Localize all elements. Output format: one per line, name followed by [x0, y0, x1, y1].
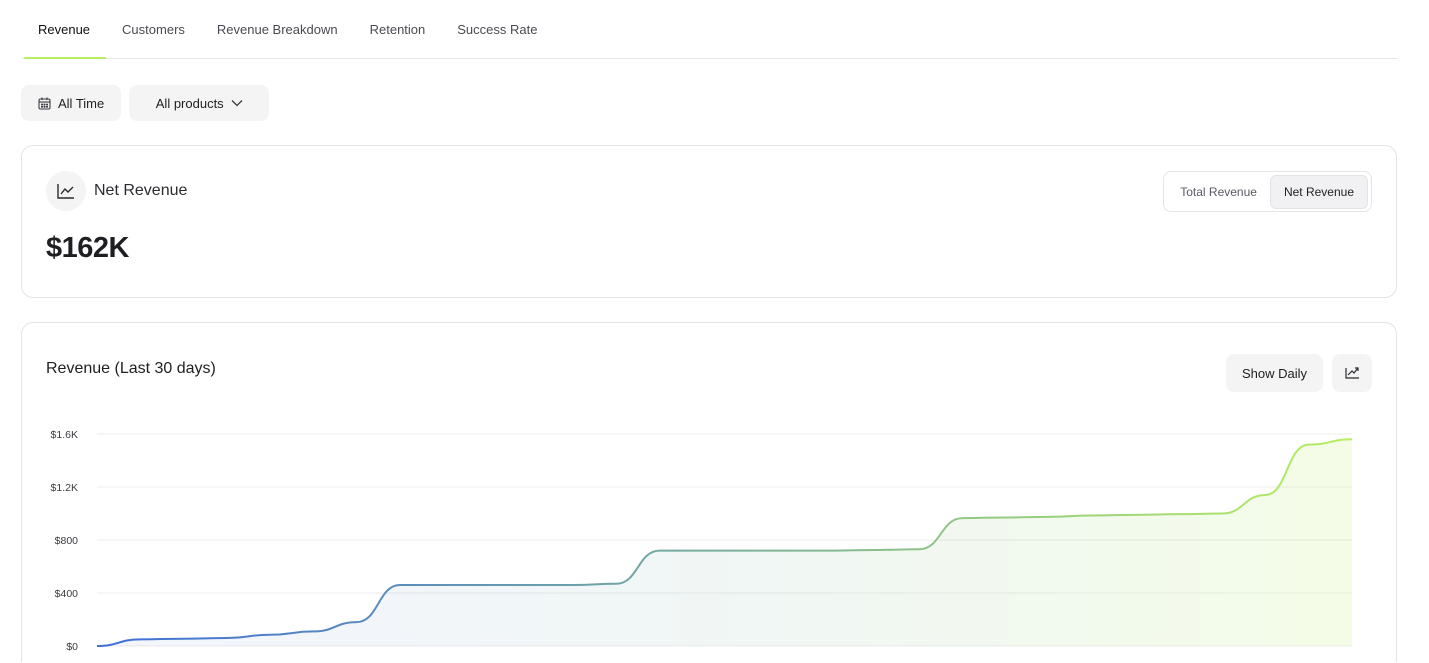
data-point [354, 619, 360, 625]
product-select[interactable]: All products [129, 85, 270, 121]
data-point [1089, 512, 1095, 518]
chart-card: Revenue (Last 30 days) Show Daily $1.6K … [21, 322, 1397, 662]
y-tick-label: $400 [55, 588, 79, 600]
toggle-total-revenue[interactable]: Total Revenue [1167, 175, 1270, 209]
data-point [1262, 492, 1268, 498]
revenue-type-toggle: Total Revenue Net Revenue [1163, 171, 1372, 212]
data-point [960, 515, 966, 521]
data-point [137, 636, 143, 642]
tab-revenue[interactable]: Revenue [22, 0, 107, 59]
revenue-chart: $1.6K $1.2K $800 $400 $0 [51, 429, 1355, 653]
data-point [1133, 512, 1139, 518]
data-point [267, 632, 273, 638]
y-tick-label: $1.2K [51, 482, 78, 494]
data-point [440, 582, 446, 588]
data-point [1349, 436, 1355, 442]
data-point [1003, 514, 1009, 520]
data-point [310, 628, 316, 634]
revenue-area [97, 439, 1352, 646]
tab-retention[interactable]: Retention [354, 0, 442, 58]
metric-card: Net Revenue $162K Total Revenue Net Reven… [21, 145, 1397, 298]
data-point [1306, 442, 1312, 448]
tab-revenue-breakdown[interactable]: Revenue Breakdown [201, 0, 354, 58]
data-point [94, 643, 100, 649]
data-point [700, 548, 706, 554]
data-point [916, 546, 922, 552]
metric-header: Net Revenue [46, 171, 187, 211]
calendar-icon [38, 97, 51, 110]
data-point [1176, 511, 1182, 517]
data-point [1046, 514, 1052, 520]
chevron-down-icon [231, 99, 243, 107]
metric-value: $162K [46, 232, 129, 264]
data-point [1219, 511, 1225, 517]
tab-customers[interactable]: Customers [106, 0, 201, 58]
data-point [181, 636, 187, 642]
data-point [397, 582, 403, 588]
data-point [873, 547, 879, 553]
toggle-net-revenue[interactable]: Net Revenue [1269, 174, 1368, 209]
data-point [743, 548, 749, 554]
metric-title: Net Revenue [94, 182, 188, 199]
data-point [613, 581, 619, 587]
data-point [483, 582, 489, 588]
date-range-label: All Time [58, 95, 105, 111]
date-range-button[interactable]: All Time [21, 85, 122, 121]
y-tick-label: $800 [55, 535, 79, 547]
tab-success-rate[interactable]: Success Rate [441, 0, 553, 58]
y-tick-label: $0 [66, 641, 78, 653]
data-point [570, 582, 576, 588]
data-point [786, 548, 792, 554]
data-point [527, 582, 533, 588]
tab-bar: Revenue Customers Revenue Breakdown Retenti… [22, 0, 1397, 59]
data-point [830, 548, 836, 554]
data-point [657, 548, 663, 554]
data-point [224, 635, 230, 641]
line-chart-icon [46, 171, 86, 211]
filter-bar: All Time All products [21, 85, 270, 121]
y-tick-label: $1.6K [51, 429, 78, 441]
product-select-label: All products [155, 95, 224, 111]
